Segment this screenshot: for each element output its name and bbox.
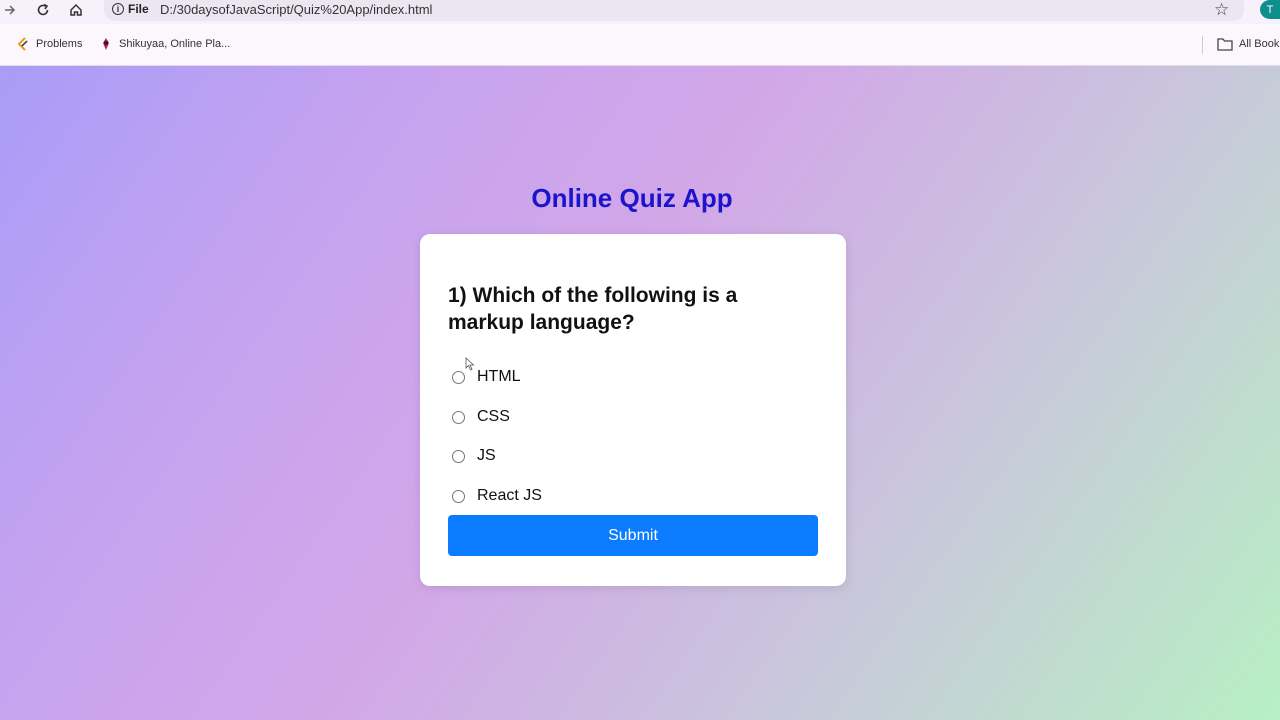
- address-url[interactable]: D:/30daysofJavaScript/Quiz%20App/index.h…: [160, 2, 432, 17]
- bookmark-problems[interactable]: Problems: [16, 37, 82, 51]
- quiz-card: 1) Which of the following is a markup la…: [420, 234, 846, 586]
- bookmark-label: Shikuyaa, Online Pla...: [119, 38, 231, 50]
- bookmark-label: Problems: [36, 38, 83, 50]
- option-label: CSS: [477, 408, 510, 425]
- option-react-js[interactable]: React JS: [452, 487, 542, 505]
- radio-button[interactable]: [452, 489, 465, 503]
- star-icon[interactable]: ☆: [1214, 0, 1229, 19]
- option-label: React JS: [477, 487, 542, 504]
- address-scheme: File: [128, 2, 149, 16]
- bookmarks-divider: [1202, 36, 1203, 54]
- option-label: HTML: [477, 368, 521, 385]
- reload-icon[interactable]: [33, 0, 53, 20]
- profile-avatar[interactable]: T: [1260, 0, 1280, 19]
- page-title: Online Quiz App: [531, 183, 733, 213]
- info-icon[interactable]: i: [112, 3, 124, 15]
- home-icon[interactable]: [66, 0, 86, 20]
- bookmarks-bar: Problems Shikuyaa, Online Pla... All Boo…: [0, 24, 1280, 66]
- bookmark-favicon-icon: [16, 37, 30, 51]
- folder-icon: [1217, 37, 1233, 51]
- bookmark-favicon-icon: [99, 37, 113, 51]
- mouse-cursor-icon: [465, 357, 475, 376]
- bookmark-shikuyaa[interactable]: Shikuyaa, Online Pla...: [99, 37, 230, 51]
- browser-toolbar: i File D:/30daysofJavaScript/Quiz%20App/…: [0, 0, 1280, 24]
- address-bar[interactable]: i File D:/30daysofJavaScript/Quiz%20App/…: [104, 0, 1244, 21]
- option-html[interactable]: HTML: [452, 368, 521, 386]
- option-label: JS: [477, 447, 496, 464]
- page-background: Online Quiz App 1) Which of the followin…: [0, 66, 1280, 720]
- radio-button[interactable]: [452, 410, 465, 424]
- radio-button[interactable]: [452, 449, 465, 463]
- option-js[interactable]: JS: [452, 447, 496, 465]
- all-bookmarks-label: All Book: [1239, 38, 1280, 50]
- forward-arrow-icon[interactable]: [0, 0, 20, 20]
- all-bookmarks[interactable]: All Book: [1217, 37, 1279, 51]
- submit-button[interactable]: Submit: [448, 515, 818, 556]
- radio-button[interactable]: [452, 370, 465, 384]
- option-css[interactable]: CSS: [452, 408, 510, 426]
- question-text: 1) Which of the following is a markup la…: [448, 284, 738, 334]
